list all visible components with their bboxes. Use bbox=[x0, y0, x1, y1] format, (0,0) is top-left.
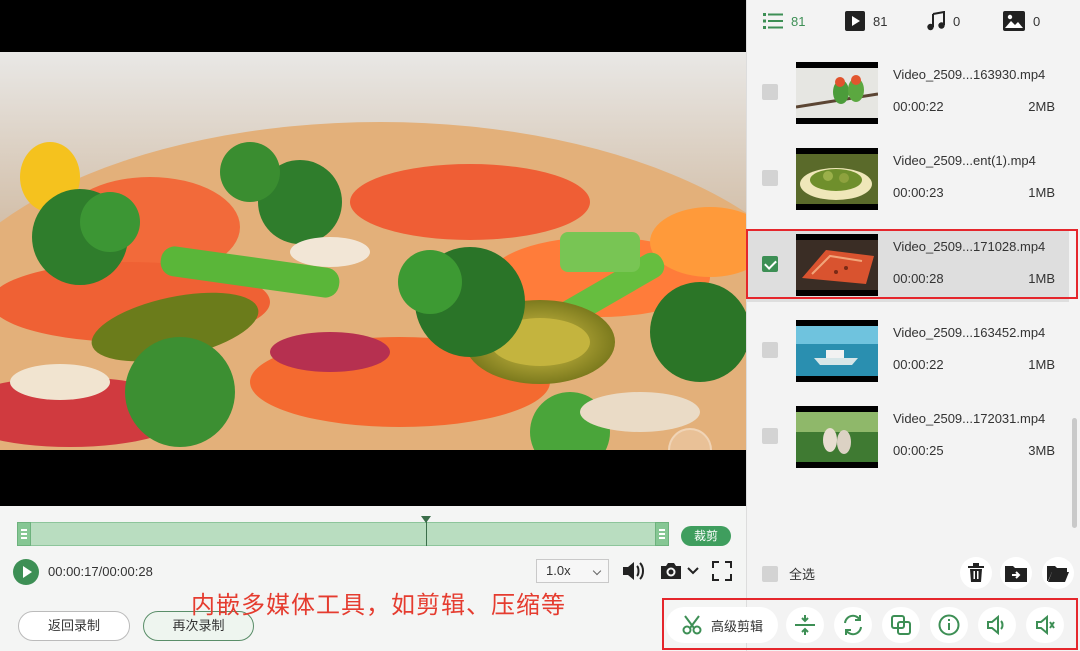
volume-icon[interactable] bbox=[620, 559, 646, 583]
image-icon bbox=[1003, 11, 1025, 31]
file-list: Video_2509...163930.mp4 00:00:22 2MB Vid… bbox=[747, 56, 1080, 546]
tab-video[interactable]: 81 bbox=[845, 10, 887, 32]
video-thumbnail bbox=[796, 62, 878, 124]
file-name: Video_2509...171028.mp4 bbox=[893, 239, 1046, 254]
play-button[interactable] bbox=[13, 559, 39, 585]
file-name: Video_2509...163930.mp4 bbox=[893, 67, 1046, 82]
playhead[interactable] bbox=[421, 516, 431, 546]
scissors-icon bbox=[681, 615, 703, 635]
chevron-down-icon[interactable] bbox=[686, 564, 700, 578]
chevron-down-icon bbox=[592, 566, 602, 576]
item-checkbox[interactable] bbox=[762, 342, 778, 358]
file-duration: 00:00:22 bbox=[893, 99, 944, 114]
merge-button[interactable] bbox=[882, 607, 920, 643]
file-duration: 00:00:28 bbox=[893, 271, 944, 286]
video-thumbnail bbox=[796, 148, 878, 210]
list-item[interactable]: Video_2509...163930.mp4 00:00:22 2MB bbox=[747, 58, 1069, 130]
video-player[interactable] bbox=[0, 0, 746, 506]
camera-icon[interactable] bbox=[658, 560, 684, 582]
list-item[interactable]: Video_2509...163452.mp4 00:00:22 1MB bbox=[747, 316, 1069, 388]
fullscreen-icon[interactable] bbox=[711, 560, 733, 582]
volume-adjust-button[interactable] bbox=[978, 607, 1016, 643]
music-icon bbox=[927, 11, 945, 31]
playback-time: 00:00:17/00:00:28 bbox=[48, 564, 153, 579]
file-duration: 00:00:23 bbox=[893, 185, 944, 200]
info-button[interactable] bbox=[930, 607, 968, 643]
select-all[interactable]: 全选 bbox=[762, 564, 815, 583]
compress-icon bbox=[795, 615, 815, 635]
total-time: 00:00:28 bbox=[102, 564, 153, 579]
file-size: 2MB bbox=[1028, 99, 1055, 114]
video-thumbnail bbox=[796, 320, 878, 382]
move-to-folder-button[interactable] bbox=[1000, 557, 1032, 589]
media-tabs: 81 81 0 0 bbox=[747, 0, 1080, 44]
list-scrollbar[interactable] bbox=[1072, 418, 1077, 528]
rotate-icon bbox=[844, 614, 862, 636]
tab-count: 81 bbox=[791, 13, 806, 29]
folder-move-icon bbox=[1005, 566, 1027, 582]
file-size: 1MB bbox=[1028, 185, 1055, 200]
item-checkbox[interactable] bbox=[762, 428, 778, 444]
rotate-button[interactable] bbox=[834, 607, 872, 643]
speed-value: 1.0x bbox=[546, 563, 571, 578]
current-time: 00:00:17/ bbox=[48, 564, 103, 579]
compress-button[interactable] bbox=[786, 607, 824, 643]
open-folder-button[interactable] bbox=[1042, 557, 1074, 589]
file-name: Video_2509...ent(1).mp4 bbox=[893, 153, 1036, 168]
media-sidebar: 81 81 0 0 Video_2509...163930.mp4 00:00:… bbox=[746, 0, 1080, 651]
tab-count: 0 bbox=[1033, 13, 1041, 29]
file-name: Video_2509...172031.mp4 bbox=[893, 411, 1046, 426]
file-size: 1MB bbox=[1028, 357, 1055, 372]
video-thumbnail bbox=[796, 234, 878, 296]
item-checkbox[interactable] bbox=[762, 84, 778, 100]
timeline-track[interactable] bbox=[17, 522, 669, 546]
volume-icon bbox=[987, 614, 1004, 636]
trim-start-handle[interactable] bbox=[17, 522, 31, 546]
video-frame bbox=[0, 52, 746, 450]
video-frame-image bbox=[0, 52, 746, 450]
item-checkbox[interactable] bbox=[762, 256, 778, 272]
item-checkbox[interactable] bbox=[762, 170, 778, 186]
feature-caption: 内嵌多媒体工具，如剪辑、压缩等 bbox=[191, 592, 566, 619]
tab-count: 0 bbox=[953, 13, 961, 29]
list-item[interactable]: Video_2509...ent(1).mp4 00:00:23 1MB bbox=[747, 144, 1069, 216]
file-size: 1MB bbox=[1028, 271, 1055, 286]
speed-select[interactable]: 1.0x bbox=[536, 559, 609, 583]
advanced-edit-button[interactable]: 高级剪辑 bbox=[666, 607, 778, 643]
audio-icon bbox=[1036, 614, 1055, 636]
file-duration: 00:00:25 bbox=[893, 443, 944, 458]
tab-all[interactable]: 81 bbox=[763, 10, 805, 32]
merge-icon bbox=[891, 615, 911, 635]
return-record-button[interactable]: 返回录制 bbox=[18, 611, 130, 641]
select-all-checkbox[interactable] bbox=[762, 565, 778, 582]
select-all-label: 全选 bbox=[789, 567, 816, 582]
cut-button[interactable]: 裁剪 bbox=[681, 526, 731, 546]
tab-image[interactable]: 0 bbox=[1003, 10, 1040, 32]
video-thumbnail bbox=[796, 406, 878, 468]
file-size: 3MB bbox=[1028, 443, 1055, 458]
list-item-selected[interactable]: Video_2509...171028.mp4 00:00:28 1MB bbox=[747, 230, 1069, 302]
advanced-edit-label: 高级剪辑 bbox=[710, 618, 763, 634]
folder-open-icon bbox=[1047, 566, 1069, 582]
info-icon bbox=[938, 614, 960, 636]
tab-count: 81 bbox=[873, 13, 888, 29]
trash-icon bbox=[968, 563, 984, 582]
video-icon bbox=[845, 11, 865, 31]
tab-music[interactable]: 0 bbox=[927, 10, 960, 32]
delete-button[interactable] bbox=[960, 557, 992, 589]
trim-end-handle[interactable] bbox=[655, 522, 669, 546]
list-item[interactable]: Video_2509...172031.mp4 00:00:25 3MB bbox=[747, 402, 1069, 474]
trim-timeline[interactable] bbox=[17, 516, 669, 546]
file-name: Video_2509...163452.mp4 bbox=[893, 325, 1046, 340]
audio-button[interactable] bbox=[1026, 607, 1064, 643]
list-icon bbox=[763, 13, 783, 29]
file-duration: 00:00:22 bbox=[893, 357, 944, 372]
